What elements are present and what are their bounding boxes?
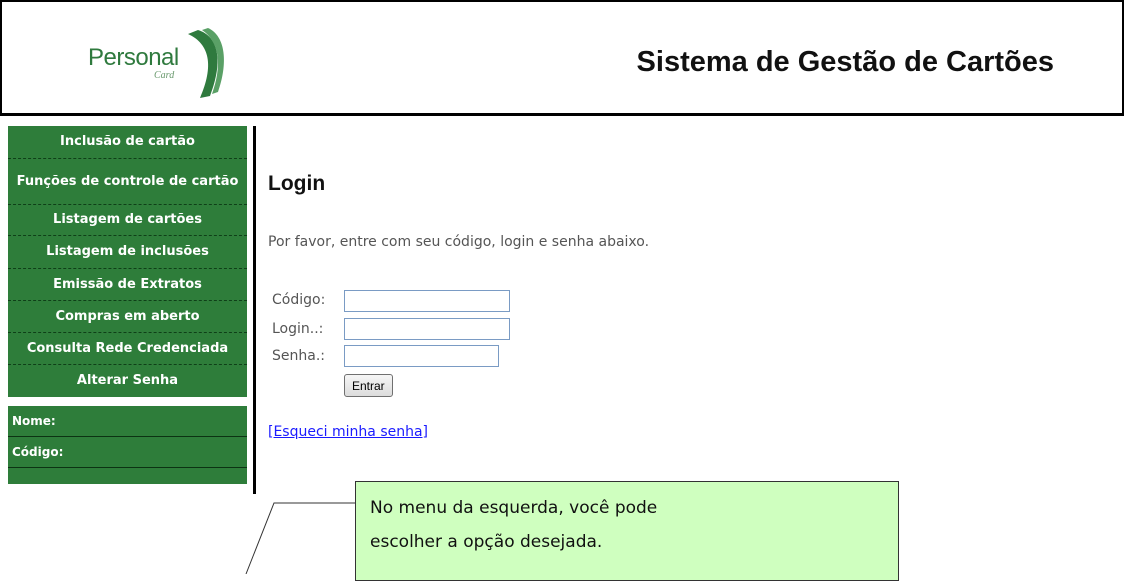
callout-line-2: escolher a opção desejada. — [370, 532, 603, 552]
help-callout: No menu da esquerda, você pode escolher … — [355, 481, 899, 581]
callout-line-1: No menu da esquerda, você pode — [370, 498, 658, 518]
